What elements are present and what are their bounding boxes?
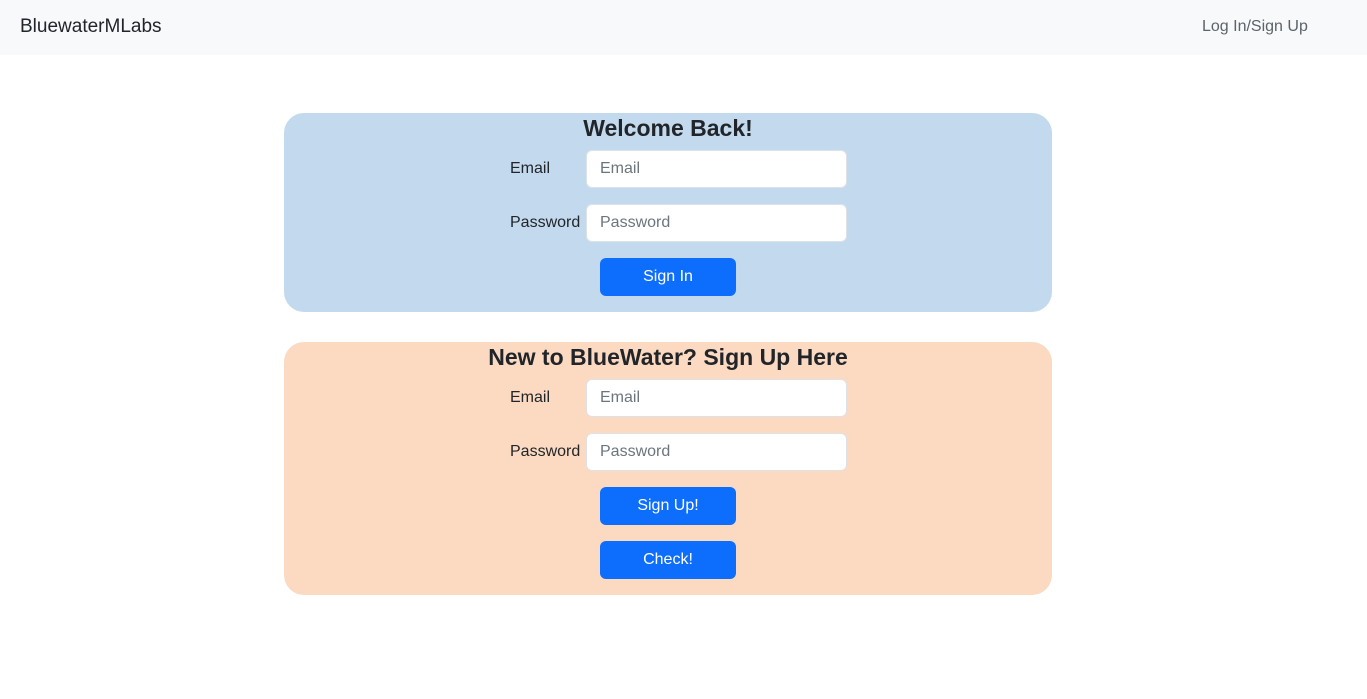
signin-email-label: Email (510, 160, 551, 177)
signup-email-label: Email (510, 389, 551, 406)
signin-title: Welcome Back! (583, 115, 753, 141)
sign-up-button[interactable]: Sign Up! (600, 487, 736, 525)
signup-title: New to BlueWater? Sign Up Here (488, 344, 848, 370)
signup-password-input[interactable] (586, 433, 847, 471)
check-button[interactable]: Check! (600, 541, 736, 579)
signin-password-label: Password (510, 214, 581, 231)
login-signup-link[interactable]: Log In/Sign Up (1202, 18, 1308, 36)
signin-password-input[interactable] (586, 204, 847, 242)
signin-card: Welcome Back! Email Password Sign In (284, 113, 1052, 312)
sign-in-button[interactable]: Sign In (600, 258, 736, 296)
navbar: BluewaterMLabs Log In/Sign Up (0, 0, 1367, 55)
signin-email-input[interactable] (586, 150, 847, 188)
signup-email-input[interactable] (586, 379, 847, 417)
signup-card: New to BlueWater? Sign Up Here Email Pas… (284, 342, 1052, 595)
signup-password-label: Password (510, 443, 581, 460)
brand-logo[interactable]: BluewaterMLabs (20, 16, 162, 38)
